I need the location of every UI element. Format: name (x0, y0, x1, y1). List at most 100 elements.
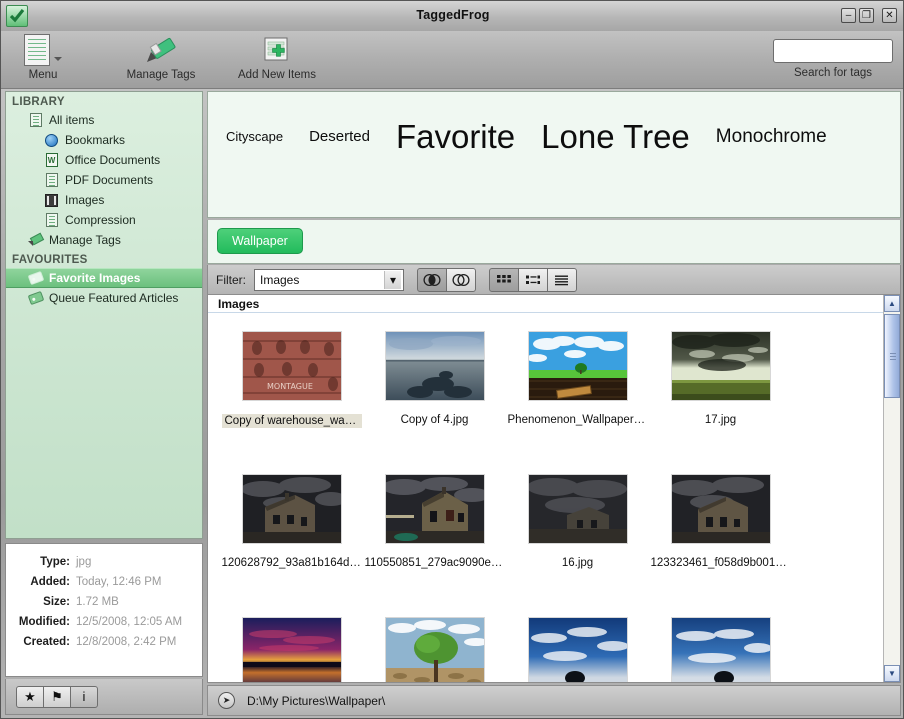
sidebar: LIBRARY All items Bookmarks W Office Doc… (5, 91, 203, 539)
arrow-right-icon[interactable]: ➤ (218, 692, 235, 709)
search-input[interactable] (773, 39, 893, 63)
thumbnail-sunset-lake[interactable] (241, 617, 342, 682)
properties-panel: Type: jpg Added: Today, 12:46 PM Size: 1… (5, 543, 203, 677)
grid-item[interactable]: MONTAGUE Copy of warehouse_wall.jpg (220, 327, 363, 470)
property-key: Modified: (18, 616, 70, 628)
list-view-button[interactable] (547, 267, 577, 292)
menu-button[interactable]: Menu (15, 33, 71, 87)
cloud-tag-deserted[interactable]: Deserted (309, 129, 370, 144)
chevron-down-icon[interactable]: ▾ (384, 270, 401, 289)
info-tab[interactable]: i (70, 685, 98, 708)
favorites-tab[interactable]: ★ (16, 685, 44, 708)
list-icon (555, 275, 568, 285)
match-all-button[interactable] (417, 267, 447, 292)
tile-view-button[interactable] (518, 267, 548, 292)
add-items-icon (261, 33, 293, 67)
thumbnail-ruin-house-4[interactable] (670, 474, 771, 544)
sidebar-item-office-documents[interactable]: W Office Documents (6, 150, 202, 170)
scroll-down-button[interactable]: ▼ (884, 665, 900, 682)
scrollbar-thumb[interactable] (884, 314, 900, 398)
grid-item[interactable] (506, 613, 649, 682)
thumbnail-lone-tree-sky-1[interactable] (527, 617, 628, 682)
grid-item[interactable] (220, 613, 363, 682)
grid-item-caption: 123323461_f058d9b001_... (650, 557, 791, 569)
grid-item[interactable]: 110550851_279ac9090e_... (363, 470, 506, 613)
grid-item[interactable] (363, 613, 506, 682)
cloud-tag-lone-tree[interactable]: Lone Tree (541, 120, 690, 153)
grid-item[interactable]: 123323461_f058d9b001_... (649, 470, 792, 613)
globe-icon (44, 133, 59, 148)
grid-item[interactable]: Copy of 4.jpg (363, 327, 506, 470)
thumbnail-sea-rocks[interactable] (384, 331, 485, 401)
vertical-scrollbar[interactable]: ▲ ▼ (883, 295, 900, 682)
sidebar-item-label: Office Documents (65, 153, 161, 167)
property-value: 12/5/2008, 12:05 AM (76, 616, 183, 628)
add-new-items-button[interactable]: Add New Items (231, 33, 323, 87)
scroll-up-button[interactable]: ▲ (884, 295, 900, 312)
maximize-button[interactable]: ❐ (859, 8, 874, 23)
sidebar-item-bookmarks[interactable]: Bookmarks (6, 130, 202, 150)
status-path: D:\My Pictures\Wallpaper\ (247, 693, 386, 708)
sidebar-item-favorite-images[interactable]: Favorite Images (6, 268, 202, 288)
sidebar-item-manage-tags[interactable]: Manage Tags (6, 230, 202, 250)
thumbnail-ruin-house-2[interactable] (384, 474, 485, 544)
grid-item[interactable]: 17.jpg (649, 327, 792, 470)
filter-select[interactable]: Images ▾ (254, 268, 404, 291)
tag-cloud: Cityscape Deserted Favorite Lone Tree Mo… (207, 91, 901, 218)
cloud-tag-cityscape[interactable]: Cityscape (226, 130, 283, 143)
selected-tag-wallpaper[interactable]: Wallpaper (217, 228, 303, 254)
property-key: Created: (23, 636, 70, 648)
minimize-button[interactable]: – (841, 8, 856, 23)
thumbnail-big-tree[interactable] (384, 617, 485, 682)
thumbnail-ruin-house-1[interactable] (241, 474, 342, 544)
thumbnail-phenomenon[interactable] (527, 331, 628, 401)
thumbnail-storm-field[interactable] (670, 331, 771, 401)
thumbnail-view-button[interactable] (489, 267, 519, 292)
property-key: Type: (40, 556, 70, 568)
grid-icon (497, 274, 511, 282)
sidebar-item-label: Images (65, 193, 105, 207)
pencil-icon (28, 233, 43, 248)
sidebar-item-label: Manage Tags (49, 233, 121, 247)
cloud-tag-favorite[interactable]: Favorite (396, 120, 515, 153)
sidebar-item-queue-featured-articles[interactable]: Queue Featured Articles (6, 288, 202, 308)
tag-icon (27, 290, 44, 306)
grid-item-caption: Copy of warehouse_wall.jpg (221, 414, 362, 428)
filter-select-value: Images (260, 272, 300, 287)
cloud-tag-monochrome[interactable]: Monochrome (716, 127, 827, 146)
all-items-icon (28, 113, 43, 128)
thumbnail-warehouse-wall[interactable]: MONTAGUE (241, 331, 342, 401)
manage-tags-button[interactable]: Manage Tags (119, 33, 203, 87)
tag-icon (27, 270, 44, 286)
status-bar: ➤ D:\My Pictures\Wallpaper\ (207, 685, 901, 716)
add-new-items-label: Add New Items (238, 69, 316, 81)
sidebar-item-pdf-documents[interactable]: PDF Documents (6, 170, 202, 190)
menu-button-label: Menu (28, 69, 58, 81)
grid-item[interactable]: 120628792_93a81b164d_... (220, 470, 363, 613)
archive-icon (44, 213, 59, 228)
grid-item-caption: Copy of 4.jpg (400, 414, 469, 426)
property-row: Type: jpg (6, 552, 198, 572)
thumbnail-grid: MONTAGUE Copy of warehouse_wall.jpg Copy… (208, 313, 900, 682)
sidebar-item-label: Compression (65, 213, 136, 227)
tags-tab[interactable]: ⚑ (43, 685, 71, 708)
grid-item[interactable]: Phenomenon_Wallpaper_... (506, 327, 649, 470)
property-key: Size: (43, 596, 70, 608)
match-any-button[interactable] (446, 267, 476, 292)
sidebar-item-compression[interactable]: Compression (6, 210, 202, 230)
sidebar-item-all-items[interactable]: All items (6, 110, 202, 130)
thumbnail-lone-tree-sky-2[interactable] (670, 617, 771, 682)
property-row: Modified: 12/5/2008, 12:05 AM (6, 612, 198, 632)
sidebar-item-images[interactable]: Images (6, 190, 202, 210)
grid-item-caption: 17.jpg (704, 414, 737, 426)
sidebar-item-label: PDF Documents (65, 173, 154, 187)
grid-item-caption: 16.jpg (561, 557, 594, 569)
close-button[interactable]: ✕ (882, 8, 897, 23)
thumbnail-ruin-house-3[interactable] (527, 474, 628, 544)
svg-text:MONTAGUE: MONTAGUE (267, 382, 313, 391)
grid-item[interactable] (649, 613, 792, 682)
property-value: 12/8/2008, 2:42 PM (76, 636, 177, 648)
grid-item[interactable]: 16.jpg (506, 470, 649, 613)
manage-tags-label: Manage Tags (126, 69, 196, 81)
window-title: TaggedFrog (416, 8, 490, 22)
